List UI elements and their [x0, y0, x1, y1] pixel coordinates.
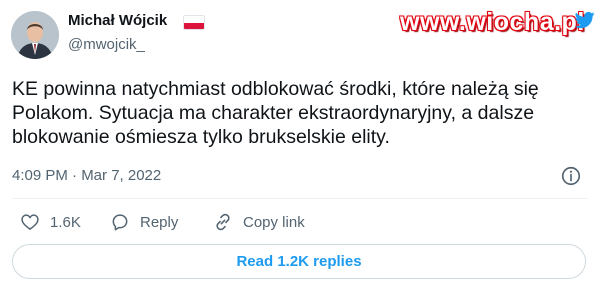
reply-button[interactable]: Reply — [110, 211, 178, 233]
heart-icon — [21, 214, 39, 230]
like-count: 1.6K — [50, 213, 81, 231]
reply-label: Reply — [140, 213, 179, 231]
poland-flag-icon — [183, 15, 205, 30]
twitter-bird-icon[interactable] — [574, 10, 596, 30]
divider — [12, 198, 588, 199]
author-handle[interactable]: @mwojcik_ — [68, 36, 145, 53]
avatar-image — [11, 11, 59, 59]
read-replies-label: Read 1.2K replies — [236, 253, 362, 270]
avatar[interactable] — [11, 11, 59, 59]
read-replies-button[interactable]: Read 1.2K replies — [12, 244, 586, 279]
reply-icon — [112, 214, 128, 231]
link-icon — [216, 213, 230, 231]
watermark-logo: www.wiocha.pl — [400, 8, 585, 36]
like-button[interactable]: 1.6K — [20, 211, 81, 233]
copy-link-button[interactable]: Copy link — [213, 211, 305, 233]
copy-link-label: Copy link — [243, 213, 305, 231]
info-icon[interactable] — [560, 165, 582, 187]
author-name[interactable]: Michał Wójcik — [68, 12, 167, 29]
tweet-text: KE powinna natychmiast odblokować środki… — [12, 78, 539, 148]
tweet-timestamp[interactable]: 4:09 PM · Mar 7, 2022 — [12, 167, 161, 184]
